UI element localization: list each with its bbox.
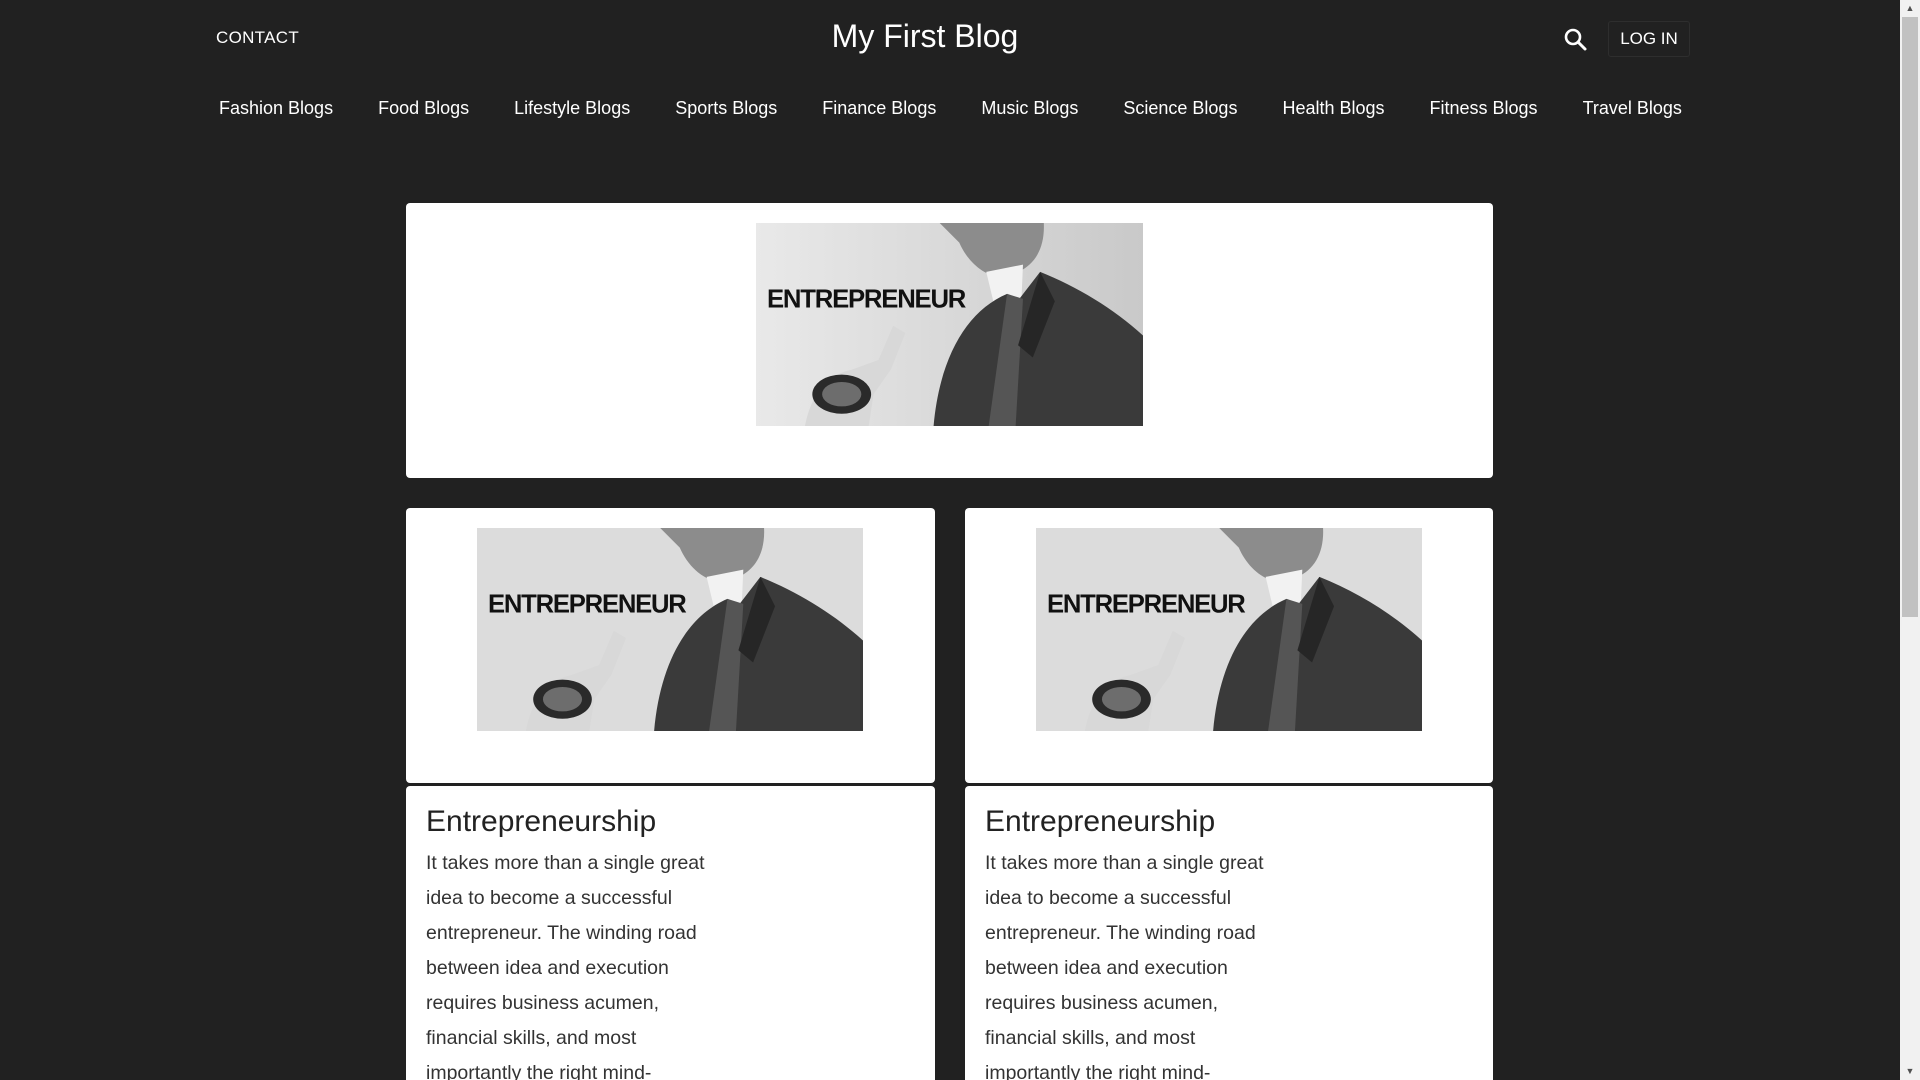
post-excerpt: It takes more than a single great idea t… (985, 852, 1264, 1080)
post-image[interactable]: ENTREPRENEUR (1036, 528, 1422, 731)
post-image-text: ENTREPRENEUR (1047, 590, 1245, 618)
scrollbar-thumb[interactable] (1902, 17, 1918, 617)
category-nav: Fashion Blogs Food Blogs Lifestyle Blogs… (219, 98, 1727, 119)
post-text-card[interactable]: Entrepreneurship It takes more than a si… (965, 786, 1493, 1080)
nav-item-fitness-blogs[interactable]: Fitness Blogs (1430, 98, 1538, 119)
post-image-card[interactable]: ENTREPRENEUR (406, 508, 935, 783)
hero-image-text: ENTREPRENEUR (767, 285, 967, 313)
hero-image[interactable]: ENTREPRENEUR (756, 223, 1143, 426)
login-button[interactable]: LOG IN (1608, 21, 1690, 57)
nav-item-fashion-blogs[interactable]: Fashion Blogs (219, 98, 333, 119)
scroll-up-arrow-icon[interactable]: ▲ (1900, 0, 1920, 17)
nav-item-sports-blogs[interactable]: Sports Blogs (675, 98, 777, 119)
nav-item-food-blogs[interactable]: Food Blogs (378, 98, 469, 119)
scroll-down-arrow-icon[interactable]: ▼ (1900, 1063, 1920, 1080)
nav-item-music-blogs[interactable]: Music Blogs (981, 98, 1078, 119)
post-excerpt: It takes more than a single great idea t… (426, 852, 705, 1080)
post-title[interactable]: Entrepreneurship (985, 805, 1215, 839)
nav-item-finance-blogs[interactable]: Finance Blogs (822, 98, 936, 119)
post-text-card[interactable]: Entrepreneurship It takes more than a si… (406, 786, 935, 1080)
search-icon[interactable] (1560, 24, 1592, 56)
post-image-card[interactable]: ENTREPRENEUR (965, 508, 1493, 783)
post-title[interactable]: Entrepreneurship (426, 805, 656, 839)
blog-page: CONTACT My First Blog LOG IN Fashion Blo… (0, 0, 1920, 1080)
site-header: CONTACT My First Blog LOG IN (0, 0, 1900, 80)
nav-item-health-blogs[interactable]: Health Blogs (1282, 98, 1384, 119)
nav-item-lifestyle-blogs[interactable]: Lifestyle Blogs (514, 98, 630, 119)
post-image-text: ENTREPRENEUR (488, 590, 686, 618)
hero-card[interactable]: ENTREPRENEUR (406, 203, 1493, 478)
nav-item-travel-blogs[interactable]: Travel Blogs (1583, 98, 1682, 119)
vertical-scrollbar[interactable]: ▲ ▼ (1900, 0, 1920, 1080)
post-image[interactable]: ENTREPRENEUR (477, 528, 863, 731)
nav-item-science-blogs[interactable]: Science Blogs (1123, 98, 1237, 119)
